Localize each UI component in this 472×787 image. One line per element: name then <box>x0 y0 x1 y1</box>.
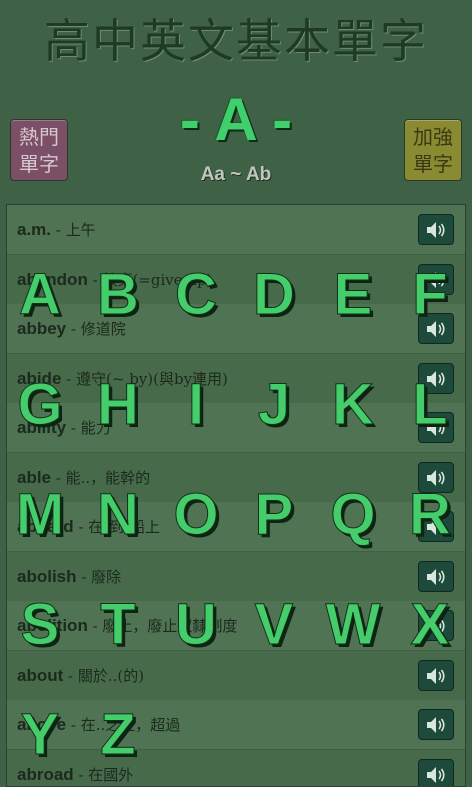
letter-r-button[interactable]: R <box>400 480 460 550</box>
letter-f-button[interactable]: F <box>400 260 460 330</box>
letter-o-button[interactable]: O <box>166 480 226 550</box>
letter-u-button[interactable]: U <box>166 590 226 660</box>
letter-w-button[interactable]: W <box>323 590 383 660</box>
letter-z-button[interactable]: Z <box>88 700 148 770</box>
letter-x-button[interactable]: X <box>400 590 460 660</box>
letter-v-button[interactable]: V <box>244 590 304 660</box>
letter-q-button[interactable]: Q <box>323 480 383 550</box>
letter-y-button[interactable]: Y <box>10 700 70 770</box>
letter-b-button[interactable]: B <box>88 260 148 330</box>
letter-l-button[interactable]: L <box>400 370 460 440</box>
letter-d-button[interactable]: D <box>244 260 304 330</box>
letter-c-button[interactable]: C <box>166 260 226 330</box>
letter-h-button[interactable]: H <box>88 370 148 440</box>
letter-s-button[interactable]: S <box>10 590 70 660</box>
letter-a-button[interactable]: A <box>10 260 70 330</box>
letter-n-button[interactable]: N <box>88 480 148 550</box>
letter-k-button[interactable]: K <box>323 370 383 440</box>
letter-t-button[interactable]: T <box>88 590 148 660</box>
alphabet-picker: ABCDEF GHIJKL MNOPQR STUVWX YZ <box>0 0 472 787</box>
letter-e-button[interactable]: E <box>323 260 383 330</box>
letter-p-button[interactable]: P <box>244 480 304 550</box>
letter-i-button[interactable]: I <box>166 370 226 440</box>
letter-g-button[interactable]: G <box>10 370 70 440</box>
letter-m-button[interactable]: M <box>10 480 70 550</box>
letter-j-button[interactable]: J <box>244 370 304 440</box>
